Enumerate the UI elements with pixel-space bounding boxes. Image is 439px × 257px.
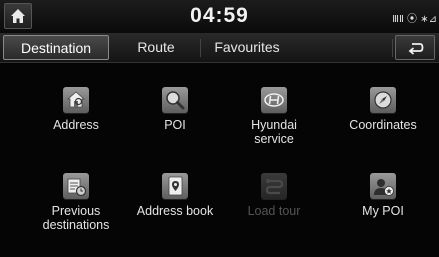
menu-label-coordinates: Coordinates (349, 118, 417, 132)
menu-label-address-book: Address book (136, 204, 214, 218)
status-bar: 04:59 ⅢⅡ ⦿ ∗⊿ (0, 0, 439, 34)
tab-favourites[interactable]: Favourites (203, 35, 291, 60)
tab-destination[interactable]: Destination (3, 35, 109, 60)
menu-label-previous-destinations: Previous destinations (42, 204, 110, 232)
tab-divider (392, 39, 393, 57)
status-indicators: ⅢⅡ ⦿ ∗⊿ (392, 14, 437, 25)
tab-bar: Destination Route Favourites (0, 33, 439, 63)
back-button[interactable] (395, 35, 435, 60)
menu-label-poi: POI (164, 118, 186, 132)
menu-label-hyundai-service: Hyundai service (251, 118, 297, 146)
magnifier-icon (162, 87, 188, 113)
address-book-icon (162, 173, 188, 199)
clock: 04:59 (190, 4, 249, 27)
menu-item-my-poi[interactable]: My POI (333, 173, 433, 218)
menu-label-load-tour: Load tour (247, 204, 301, 218)
user-star-icon (370, 173, 396, 199)
tour-route-icon (261, 173, 287, 199)
tab-divider (200, 39, 201, 57)
menu-item-poi[interactable]: POI (125, 87, 225, 132)
house-icon (63, 87, 89, 113)
menu-item-address[interactable]: Address (26, 87, 126, 132)
history-folder-icon (63, 173, 89, 199)
menu-item-address-book[interactable]: Address book (125, 173, 225, 218)
menu-item-previous-destinations[interactable]: Previous destinations (26, 173, 126, 232)
hyundai-logo-icon (261, 87, 287, 113)
menu-item-coordinates[interactable]: Coordinates (333, 87, 433, 132)
menu-label-address: Address (53, 118, 99, 132)
compass-icon (370, 87, 396, 113)
menu-item-hyundai-service[interactable]: Hyundai service (224, 87, 324, 146)
back-arrow-icon (408, 43, 424, 55)
menu-label-my-poi: My POI (362, 204, 404, 218)
menu-item-load-tour: Load tour (224, 173, 324, 218)
tab-route[interactable]: Route (115, 35, 197, 60)
navigation-screen: 04:59 ⅢⅡ ⦿ ∗⊿ Destination Route Favourit… (0, 0, 439, 257)
